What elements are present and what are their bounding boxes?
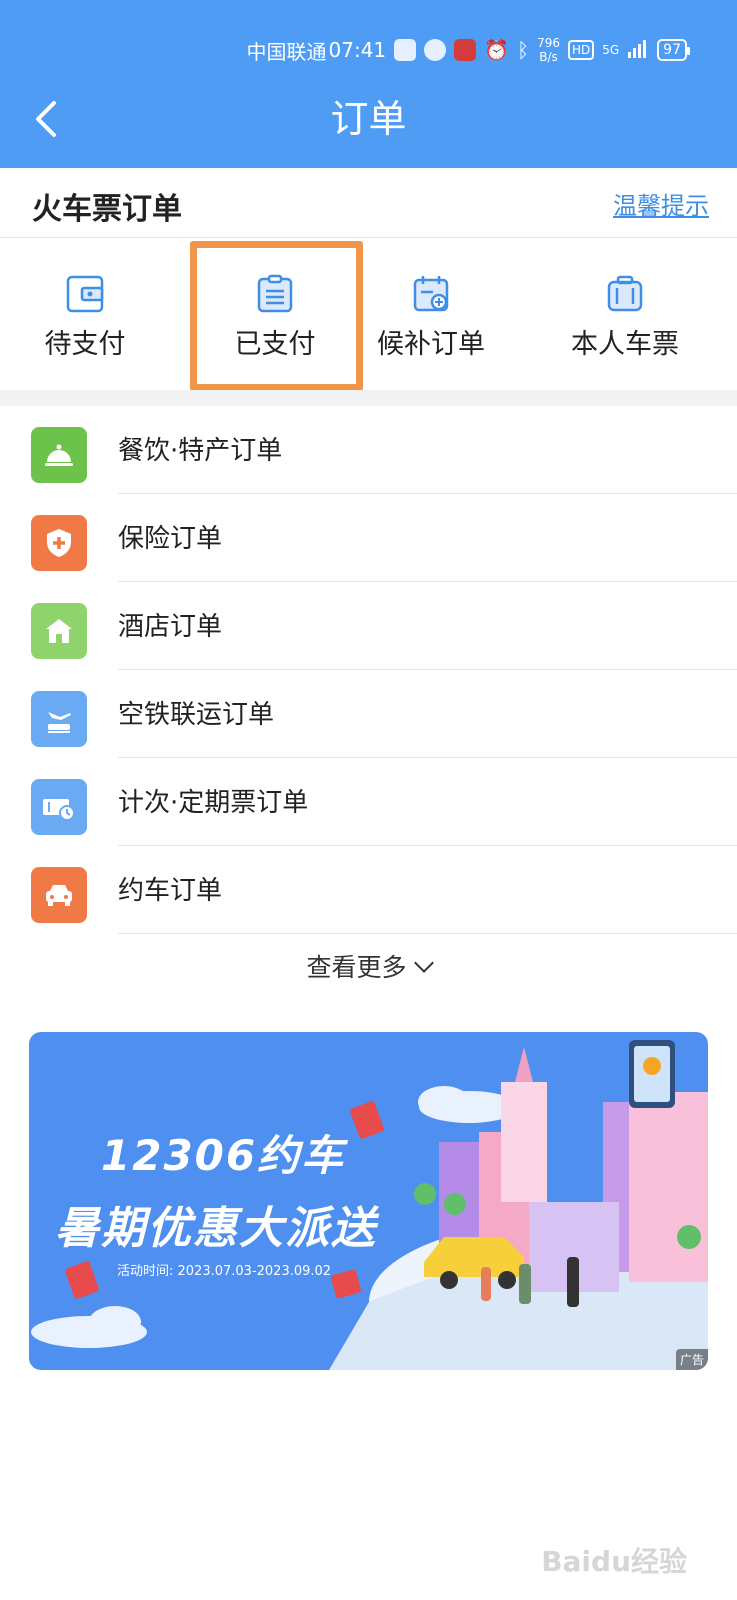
other-orders-list: 餐饮·特产订单 保险订单 酒店订单 空铁联运订单 计次·定期票订单 约车订单 bbox=[0, 406, 737, 934]
battery-indicator: 97 bbox=[657, 39, 690, 61]
train-orders-header: 火车票订单 温馨提示 bbox=[0, 168, 737, 238]
clock-time: 07:41 bbox=[328, 38, 387, 62]
luggage-icon bbox=[607, 275, 643, 312]
app-header: 中国联通 07:41 ⏰ ᛒ 796 B/s HD 5G 97 订单 bbox=[0, 0, 737, 168]
net-speed-value: 796 bbox=[537, 36, 560, 50]
net-speed: 796 B/s bbox=[537, 36, 560, 64]
tab-waitlist-orders[interactable]: 候补订单 bbox=[346, 238, 516, 388]
list-item-label: 酒店订单 bbox=[118, 612, 223, 642]
app-notification-icon bbox=[394, 39, 417, 61]
list-item-insurance[interactable]: 保险订单 bbox=[0, 494, 737, 582]
ad-badge: 广告 bbox=[675, 1349, 708, 1370]
watermark: Baidu经验 bbox=[541, 1545, 687, 1578]
hotel-icon bbox=[31, 603, 87, 659]
tab-label: 已支付 bbox=[234, 329, 316, 360]
carrier-label: 中国联通 bbox=[246, 39, 327, 64]
list-item-ride-hailing[interactable]: 约车订单 bbox=[0, 846, 737, 934]
tab-label: 候补订单 bbox=[377, 329, 485, 360]
list-item-label: 约车订单 bbox=[118, 876, 223, 906]
list-item-label: 保险订单 bbox=[118, 524, 223, 554]
list-item-dining[interactable]: 餐饮·特产订单 bbox=[0, 406, 737, 494]
divider bbox=[118, 933, 737, 934]
list-item-label: 空铁联运订单 bbox=[118, 700, 275, 730]
bluetooth-icon: ᛒ bbox=[517, 38, 530, 62]
list-item-label: 餐饮·特产订单 bbox=[118, 436, 283, 466]
tab-label: 本人车票 bbox=[571, 329, 679, 360]
list-item-periodic-ticket[interactable]: 计次·定期票订单 bbox=[0, 758, 737, 846]
ticket-clock-icon bbox=[31, 779, 87, 835]
view-more-label: 查看更多 bbox=[306, 953, 407, 982]
sports-app-icon bbox=[454, 39, 477, 61]
chevron-down-icon bbox=[413, 953, 434, 973]
calendar-add-icon bbox=[413, 276, 449, 312]
banner-subtitle: 暑期优惠大派送 bbox=[55, 1203, 377, 1254]
tab-label: 待支付 bbox=[44, 329, 126, 360]
train-order-tabs: 待支付 已支付 候补订单 本人车票 bbox=[0, 238, 737, 388]
shield-plus-icon bbox=[31, 515, 87, 571]
chat-bubble-icon bbox=[424, 39, 447, 61]
banner-title: 12306约车 bbox=[101, 1131, 346, 1180]
list-item-label: 计次·定期票订单 bbox=[118, 788, 309, 818]
car-icon bbox=[31, 867, 87, 923]
tab-pending-payment[interactable]: 待支付 bbox=[0, 238, 170, 388]
banner-activity-date: 活动时间: 2023.07.03-2023.09.02 bbox=[117, 1264, 332, 1279]
dining-bell-icon bbox=[31, 427, 87, 483]
plane-train-icon bbox=[31, 691, 87, 747]
clipboard-icon bbox=[257, 274, 293, 313]
section-divider bbox=[0, 390, 737, 406]
signal-label: 5G bbox=[602, 43, 620, 57]
alarm-icon: ⏰ bbox=[484, 38, 510, 62]
status-bar: 中国联通 07:41 ⏰ ᛒ 796 B/s HD 5G 97 bbox=[246, 30, 690, 70]
signal-bars-icon bbox=[627, 38, 649, 63]
promo-banner[interactable]: 12306约车 暑期优惠大派送 活动时间: 2023.07.03-2023.09… bbox=[29, 1032, 708, 1370]
section-title: 火车票订单 bbox=[32, 192, 182, 227]
view-more-button[interactable]: 查看更多 bbox=[0, 948, 737, 998]
tab-paid[interactable]: 已支付 bbox=[190, 238, 360, 388]
tips-link[interactable]: 温馨提示 bbox=[613, 186, 709, 221]
list-item-hotel[interactable]: 酒店订单 bbox=[0, 582, 737, 670]
hd-badge: HD bbox=[567, 40, 595, 60]
net-speed-unit: B/s bbox=[539, 50, 558, 64]
tab-my-tickets[interactable]: 本人车票 bbox=[540, 238, 710, 388]
page-title: 订单 bbox=[330, 97, 407, 141]
wallet-icon bbox=[66, 275, 104, 313]
list-item-air-rail[interactable]: 空铁联运订单 bbox=[0, 670, 737, 758]
